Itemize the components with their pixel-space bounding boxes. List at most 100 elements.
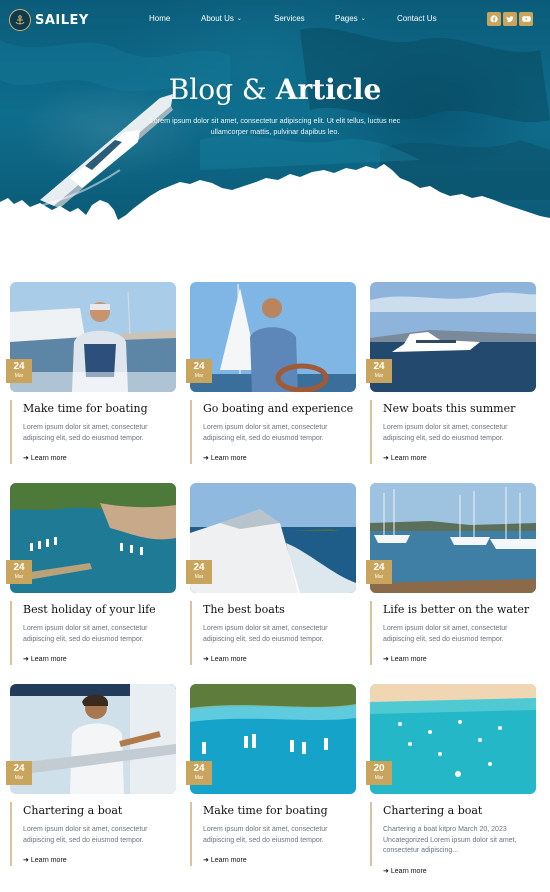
post-image-man-at-helm[interactable] <box>190 282 356 392</box>
nav-about-label: About Us <box>201 14 234 23</box>
nav-pages-label: Pages <box>335 14 358 23</box>
nav-contact-us[interactable]: Contact Us <box>397 14 437 23</box>
learn-more-label: Learn more <box>210 454 247 462</box>
nav-home-label: Home <box>149 14 171 23</box>
post-body: Chartering a boat Chartering a boat kitp… <box>370 794 536 875</box>
post-image-speedboat[interactable] <box>190 483 356 593</box>
nav-home[interactable]: Home <box>149 14 170 23</box>
date-day: 24 <box>13 361 25 372</box>
date-badge: 24 Mar <box>366 359 392 383</box>
date-month: Mar <box>14 373 24 379</box>
post-image-turquoise-bay[interactable] <box>190 684 356 794</box>
date-badge: 24 Mar <box>6 359 32 383</box>
post-excerpt: Chartering a boat kitpro March 20, 2023 … <box>383 826 517 854</box>
post-body: Make time for boating Lorem ipsum dolor … <box>10 392 176 467</box>
title-part-blog: Blog <box>168 73 233 106</box>
learn-more-link[interactable]: ➜ Learn more <box>23 454 67 463</box>
post-title[interactable]: Best holiday of your life <box>23 603 156 616</box>
learn-more-link[interactable]: ➜ Learn more <box>23 655 67 664</box>
date-month: Mar <box>374 574 384 580</box>
date-month: Mar <box>14 775 24 781</box>
post-body: Life is better on the water Lorem ipsum … <box>370 593 536 668</box>
arrow-right-icon: ➜ <box>23 857 29 864</box>
nav-about-us[interactable]: About Us ⌄ <box>201 14 242 23</box>
accent-line <box>370 400 372 464</box>
anchor-icon <box>9 9 31 31</box>
post-title[interactable]: Chartering a boat <box>383 804 482 817</box>
post-image-lagoon[interactable] <box>370 684 536 794</box>
post-image-man-on-boat[interactable] <box>10 282 176 392</box>
post-excerpt: Lorem ipsum dolor sit amet, consectetur … <box>203 826 328 844</box>
post-title[interactable]: Make time for boating <box>203 804 328 817</box>
learn-more-link[interactable]: ➜ Learn more <box>383 454 427 463</box>
post-image-man-sitting[interactable] <box>10 684 176 794</box>
date-badge: 20 Mar <box>366 761 392 785</box>
post-excerpt: Lorem ipsum dolor sit amet, consectetur … <box>23 625 148 643</box>
date-badge: 24 Mar <box>186 359 212 383</box>
post-excerpt: Lorem ipsum dolor sit amet, consectetur … <box>203 625 328 643</box>
logo[interactable]: SAILEY <box>9 9 89 31</box>
learn-more-label: Learn more <box>390 655 427 663</box>
date-badge: 24 Mar <box>186 761 212 785</box>
post-title[interactable]: Life is better on the water <box>383 603 529 616</box>
post-title[interactable]: New boats this summer <box>383 402 515 415</box>
date-day: 24 <box>13 562 25 573</box>
learn-more-link[interactable]: ➜ Learn more <box>383 655 427 664</box>
learn-more-link[interactable]: ➜ Learn more <box>203 856 247 865</box>
post-excerpt: Lorem ipsum dolor sit amet, consectetur … <box>23 826 148 844</box>
date-month: Mar <box>194 574 204 580</box>
post-image-yacht[interactable] <box>370 282 536 392</box>
post-body: Chartering a boat Lorem ipsum dolor sit … <box>10 794 176 869</box>
learn-more-label: Learn more <box>390 867 427 875</box>
date-month: Mar <box>374 775 384 781</box>
post-excerpt: Lorem ipsum dolor sit amet, consectetur … <box>383 424 508 442</box>
learn-more-label: Learn more <box>30 655 67 663</box>
date-day: 24 <box>13 763 25 774</box>
accent-line <box>190 601 192 665</box>
post-title[interactable]: Make time for boating <box>23 402 148 415</box>
nav-services-label: Services <box>274 14 305 23</box>
learn-more-label: Learn more <box>30 454 67 462</box>
date-day: 20 <box>373 763 385 774</box>
brand-name: SAILEY <box>35 12 89 28</box>
chevron-down-icon: ⌄ <box>236 16 242 22</box>
arrow-right-icon: ➜ <box>383 455 389 462</box>
date-day: 24 <box>193 361 205 372</box>
post-excerpt: Lorem ipsum dolor sit amet, consectetur … <box>23 424 148 442</box>
arrow-right-icon: ➜ <box>203 455 209 462</box>
date-month: Mar <box>374 373 384 379</box>
facebook-icon[interactable] <box>487 12 501 26</box>
learn-more-link[interactable]: ➜ Learn more <box>23 856 67 865</box>
learn-more-label: Learn more <box>210 655 247 663</box>
date-month: Mar <box>194 373 204 379</box>
accent-line <box>10 400 12 464</box>
date-badge: 24 Mar <box>6 761 32 785</box>
learn-more-label: Learn more <box>390 454 427 462</box>
arrow-right-icon: ➜ <box>383 656 389 663</box>
nav-pages[interactable]: Pages ⌄ <box>335 14 366 23</box>
post-title[interactable]: The best boats <box>203 603 285 616</box>
post-body: New boats this summer Lorem ipsum dolor … <box>370 392 536 467</box>
title-ampersand: & <box>241 73 267 106</box>
page-title: Blog & Article <box>0 73 550 106</box>
hero-section: SAILEY Home About Us ⌄ Services Pages ⌄ … <box>0 0 550 255</box>
post-image-marina[interactable] <box>370 483 536 593</box>
post-image-harbor[interactable] <box>10 483 176 593</box>
post-title[interactable]: Go boating and experience <box>203 402 353 415</box>
date-day: 24 <box>193 562 205 573</box>
learn-more-link[interactable]: ➜ Learn more <box>383 867 427 876</box>
learn-more-link[interactable]: ➜ Learn more <box>203 454 247 463</box>
accent-line <box>190 400 192 464</box>
accent-line <box>370 802 372 866</box>
post-body: Best holiday of your life Lorem ipsum do… <box>10 593 176 668</box>
post-excerpt: Lorem ipsum dolor sit amet, consectetur … <box>383 625 508 643</box>
youtube-icon[interactable] <box>519 12 533 26</box>
date-badge: 24 Mar <box>6 560 32 584</box>
date-day: 24 <box>373 361 385 372</box>
date-day: 24 <box>373 562 385 573</box>
post-title[interactable]: Chartering a boat <box>23 804 122 817</box>
nav-services[interactable]: Services <box>274 14 305 23</box>
accent-line <box>370 601 372 665</box>
twitter-icon[interactable] <box>503 12 517 26</box>
learn-more-link[interactable]: ➜ Learn more <box>203 655 247 664</box>
